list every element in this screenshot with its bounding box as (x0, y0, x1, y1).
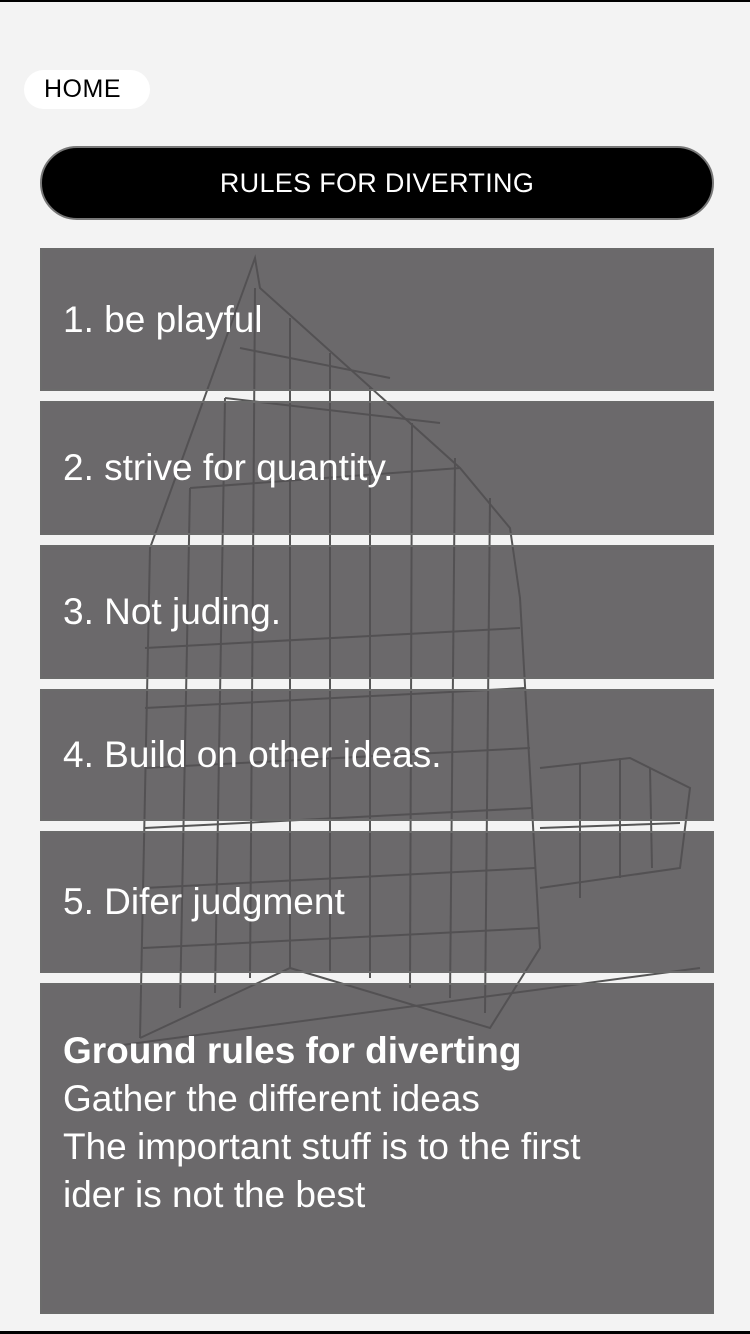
rule-card-5: 5. Difer judgment (40, 831, 714, 973)
ground-rules-line: The important stuff is to the first (63, 1126, 581, 1167)
rule-text: 3. Not juding. (63, 591, 282, 632)
ground-rules-card: Ground rules for diverting Gather the di… (40, 983, 714, 1314)
ground-rules-line: ider is not the best (63, 1174, 366, 1215)
rule-text: 4. Build on other ideas. (63, 734, 442, 775)
rules-content: 1. be playful 2. strive for quantity. 3.… (40, 248, 714, 1314)
ground-rules-line: Gather the different ideas (63, 1078, 480, 1119)
rule-card-2: 2. strive for quantity. (40, 401, 714, 535)
rule-card-3: 3. Not juding. (40, 545, 714, 679)
rule-text: 1. be playful (63, 298, 263, 340)
ground-rules-title: Ground rules for diverting (63, 1030, 522, 1071)
top-border (0, 0, 750, 2)
rule-text: 2. strive for quantity. (63, 447, 394, 488)
rule-card-4: 4. Build on other ideas. (40, 689, 714, 821)
rule-card-1: 1. be playful (40, 248, 714, 391)
page-title: RULES FOR DIVERTING (40, 146, 714, 220)
rule-text: 5. Difer judgment (63, 881, 345, 922)
home-button[interactable]: HOME (24, 70, 150, 109)
